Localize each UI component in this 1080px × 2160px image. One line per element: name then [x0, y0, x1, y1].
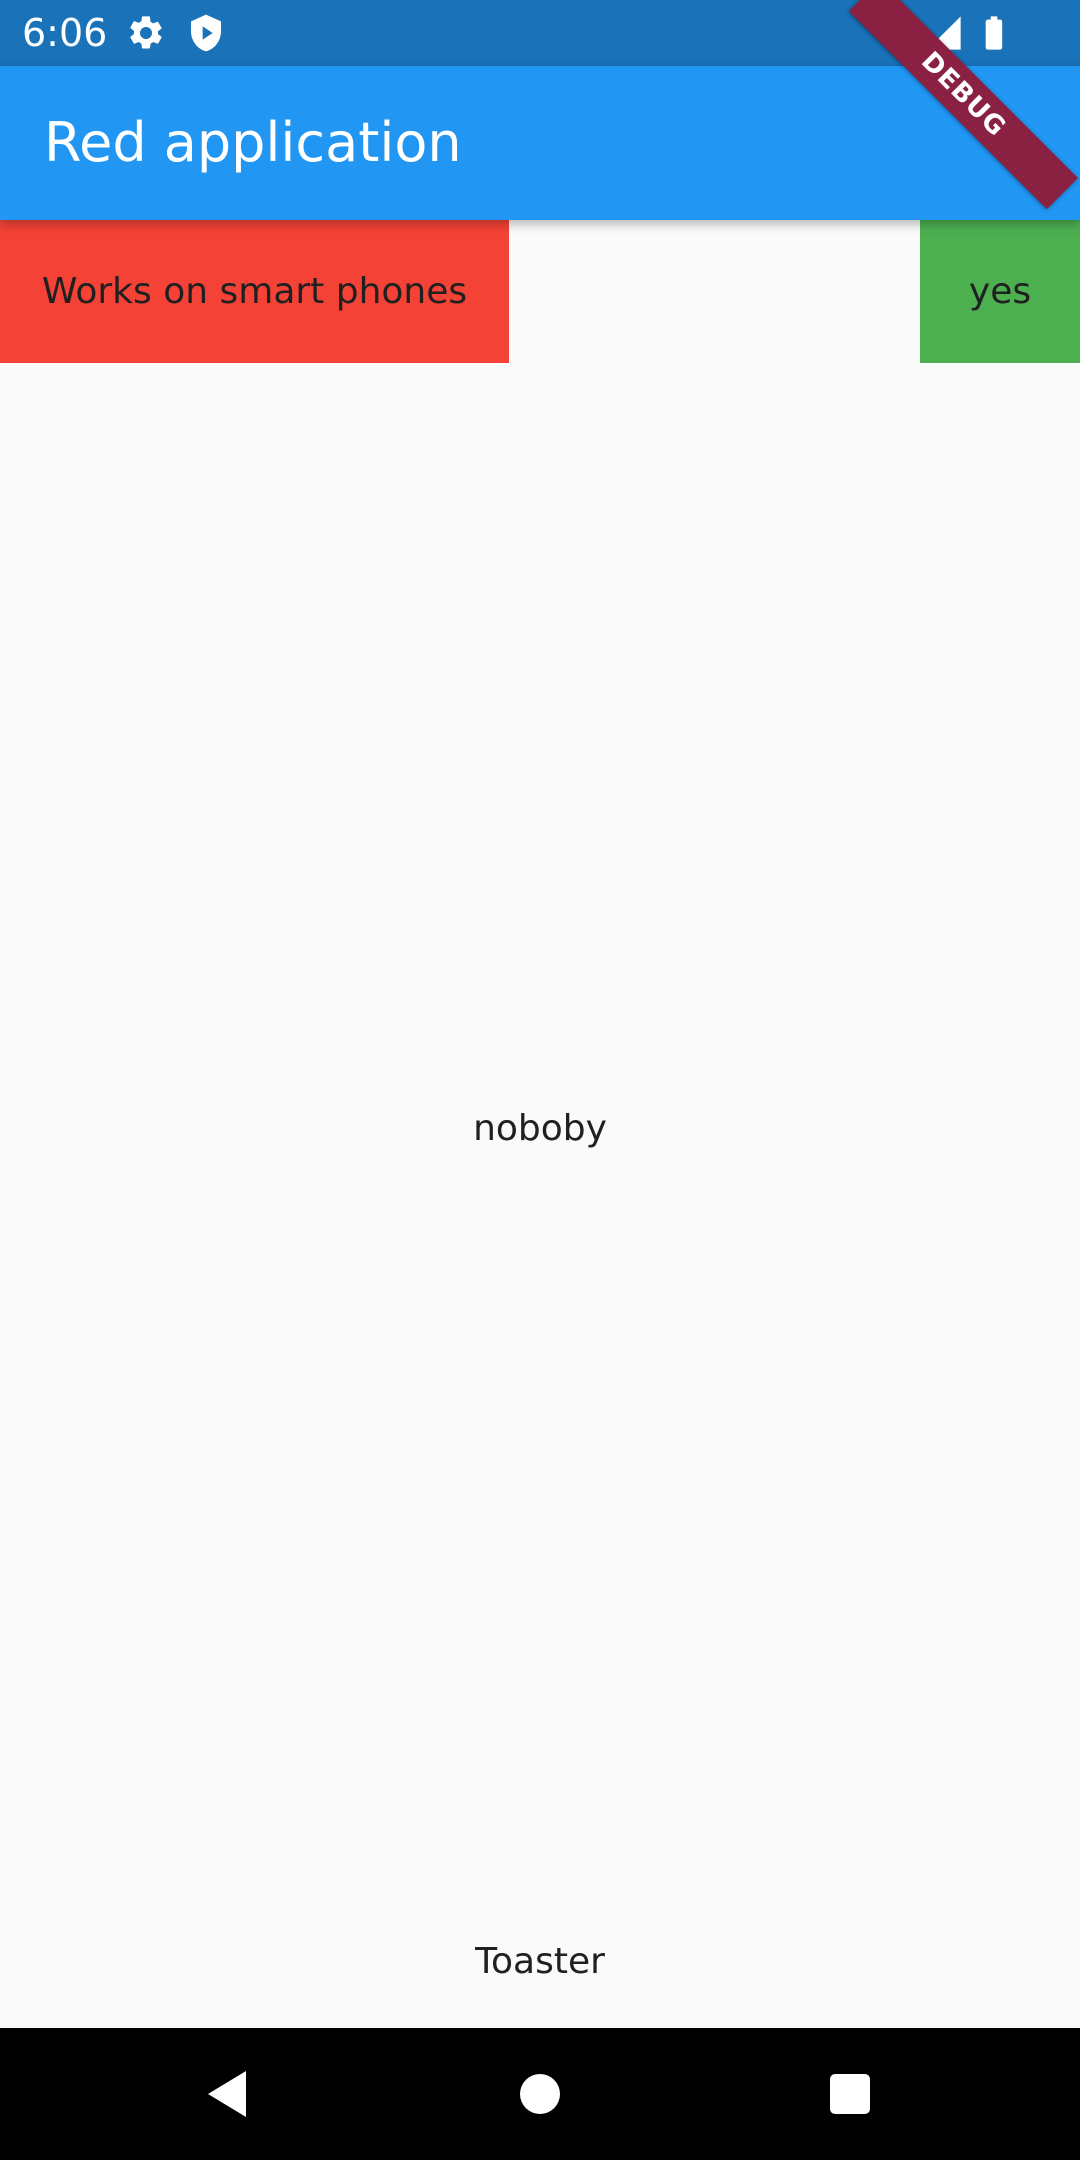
app-bar: Red application	[0, 66, 1080, 220]
back-icon[interactable]	[186, 2054, 266, 2134]
status-time: 6:06	[22, 11, 108, 55]
gear-icon	[126, 13, 166, 53]
red-box-label: Works on smart phones	[41, 271, 468, 312]
battery-icon	[974, 13, 1014, 53]
green-box-label: yes	[968, 271, 1032, 312]
app-title: Red application	[44, 111, 462, 174]
navigation-bar	[0, 2028, 1080, 2160]
recents-icon[interactable]	[810, 2054, 890, 2134]
home-icon[interactable]	[500, 2054, 580, 2134]
toaster-button[interactable]: Toaster	[420, 1930, 660, 1994]
green-box: yes	[920, 220, 1080, 363]
center-text: noboby	[473, 1108, 607, 1149]
red-box: Works on smart phones	[0, 220, 509, 363]
shield-play-icon	[186, 13, 226, 53]
